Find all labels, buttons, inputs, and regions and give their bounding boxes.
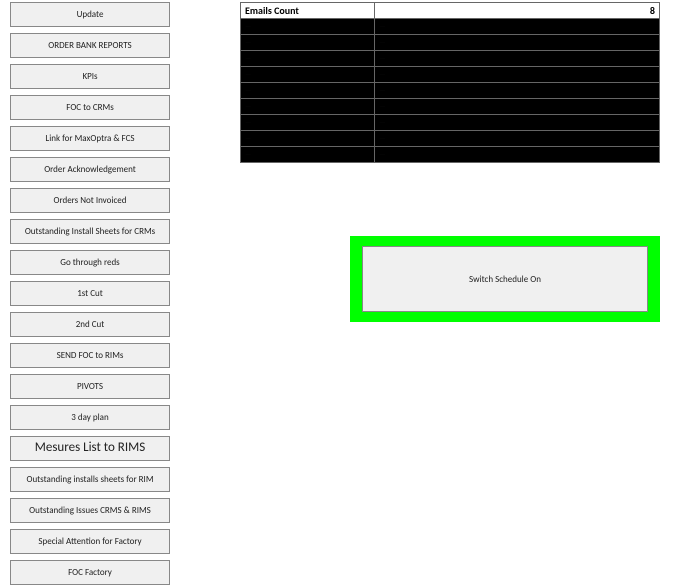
- email-name-cell: —: [241, 35, 375, 51]
- email-name-cell: —: [241, 147, 375, 163]
- pivots-button[interactable]: PIVOTS: [10, 374, 170, 399]
- kpis-button[interactable]: KPIs: [10, 64, 170, 89]
- link-maxoptra-fcs-button[interactable]: Link for MaxOptra & FCS: [10, 126, 170, 151]
- emails-count-value: 8: [375, 3, 660, 19]
- first-cut-button[interactable]: 1st Cut: [10, 281, 170, 306]
- second-cut-button[interactable]: 2nd Cut: [10, 312, 170, 337]
- switch-schedule-button[interactable]: Switch Schedule On: [362, 246, 648, 312]
- email-name-cell: —: [241, 131, 375, 147]
- email-name-cell: —: [241, 51, 375, 67]
- email-address-cell: —: [375, 67, 660, 83]
- outstanding-install-crms-button[interactable]: Outstanding Install Sheets for CRMs: [10, 219, 170, 244]
- three-day-plan-button[interactable]: 3 day plan: [10, 405, 170, 430]
- emails-table: Emails Count 8 —— —— —— —— —— —— —— —— —…: [240, 2, 660, 163]
- email-address-cell: —: [375, 99, 660, 115]
- table-row: ——: [241, 115, 660, 131]
- email-address-cell: —: [375, 115, 660, 131]
- table-row: ——: [241, 147, 660, 163]
- go-through-reds-button[interactable]: Go through reds: [10, 250, 170, 275]
- foc-factory-button[interactable]: FOC Factory: [10, 560, 170, 585]
- special-attention-factory-button[interactable]: Special Attention for Factory: [10, 529, 170, 554]
- table-row: ——: [241, 67, 660, 83]
- table-row: ——: [241, 131, 660, 147]
- outstanding-issues-button[interactable]: Outstanding Issues CRMS & RIMS: [10, 498, 170, 523]
- email-address-cell: —: [375, 51, 660, 67]
- table-row: ——: [241, 35, 660, 51]
- email-address-cell: —: [375, 83, 660, 99]
- order-ack-button[interactable]: Order Acknowledgement: [10, 157, 170, 182]
- email-name-cell: —: [241, 19, 375, 35]
- email-name-cell: —: [241, 99, 375, 115]
- table-row: ——: [241, 83, 660, 99]
- email-address-cell: —: [375, 19, 660, 35]
- email-address-cell: —: [375, 35, 660, 51]
- main-area: Emails Count 8 —— —— —— —— —— —— —— —— —…: [180, 0, 680, 585]
- orders-not-invoiced-button[interactable]: Orders Not Invoiced: [10, 188, 170, 213]
- email-address-cell: —: [375, 131, 660, 147]
- email-name-cell: —: [241, 67, 375, 83]
- email-name-cell: —: [241, 115, 375, 131]
- table-row: ——: [241, 99, 660, 115]
- outstanding-install-rim-button[interactable]: Outstanding installs sheets for RIM: [10, 467, 170, 492]
- order-bank-reports-button[interactable]: ORDER BANK REPORTS: [10, 33, 170, 58]
- update-button[interactable]: Update: [10, 2, 170, 27]
- table-row: ——: [241, 19, 660, 35]
- sidebar: Update ORDER BANK REPORTS KPIs FOC to CR…: [0, 0, 180, 585]
- measures-list-rims-button[interactable]: Mesures List to RIMS: [10, 436, 170, 461]
- table-row: ——: [241, 51, 660, 67]
- email-name-cell: —: [241, 83, 375, 99]
- switch-frame: Switch Schedule On: [350, 236, 660, 322]
- emails-count-label: Emails Count: [241, 3, 375, 19]
- email-address-cell: —: [375, 147, 660, 163]
- send-foc-rims-button[interactable]: SEND FOC to RIMs: [10, 343, 170, 368]
- foc-to-crms-button[interactable]: FOC to CRMs: [10, 95, 170, 120]
